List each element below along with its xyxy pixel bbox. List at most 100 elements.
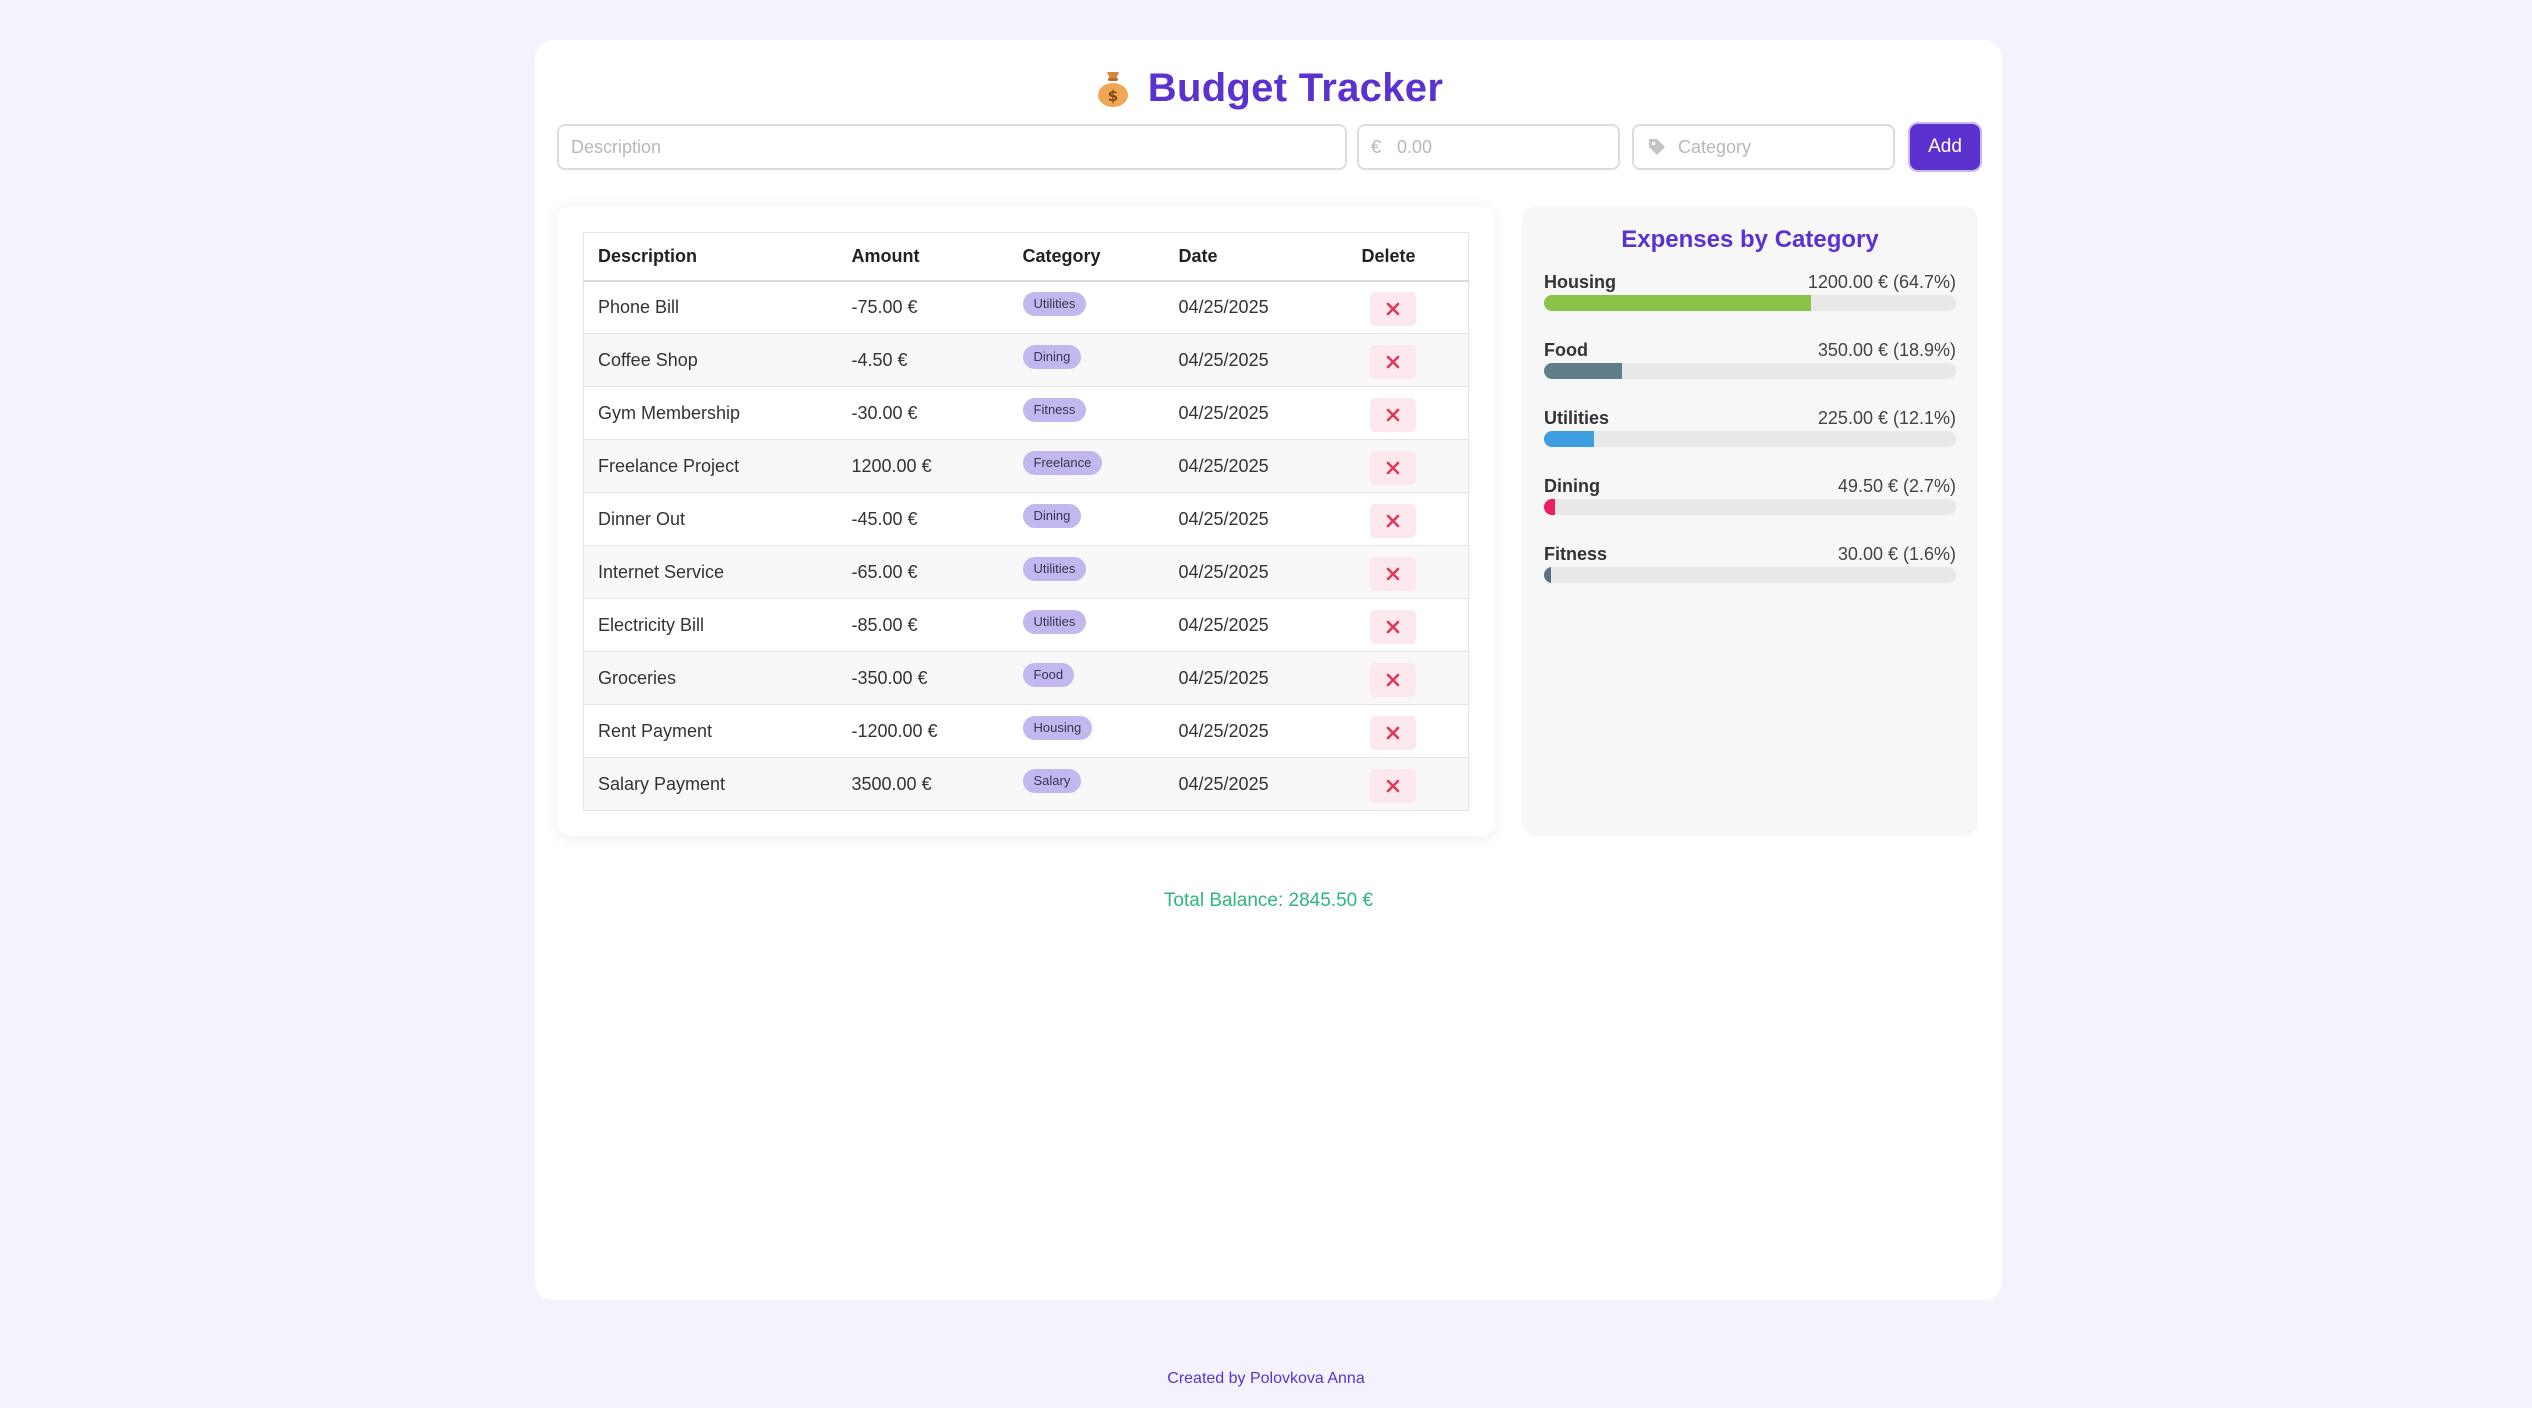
category-badge: Food [1022, 663, 1075, 687]
row-delete [1347, 333, 1469, 387]
category-progress-track [1544, 567, 1956, 583]
row-category: Dining [1008, 333, 1165, 387]
row-category: Utilities [1008, 280, 1165, 334]
row-description: Groceries [583, 651, 838, 705]
delete-button[interactable] [1369, 345, 1416, 379]
row-amount: -85.00 € [837, 598, 1009, 652]
category-value: 350.00 € (18.9%) [1817, 340, 1956, 360]
category-head: Food 350.00 € (18.9%) [1544, 340, 1956, 361]
category-progress-fill [1544, 295, 1811, 311]
row-date: 04/25/2025 [1164, 333, 1348, 387]
table-row: Salary Payment 3500.00 € Salary 04/25/2025 [583, 757, 1469, 811]
row-amount: -65.00 € [837, 545, 1009, 599]
row-category: Dining [1008, 492, 1165, 546]
category-name: Dining [1544, 476, 1600, 496]
delete-button[interactable] [1369, 504, 1416, 538]
category-badge: Utilities [1022, 610, 1087, 634]
delete-button[interactable] [1369, 716, 1416, 750]
category-item: Housing 1200.00 € (64.7%) [1544, 272, 1956, 340]
header-description: Description [583, 232, 838, 282]
category-badge: Fitness [1022, 398, 1087, 422]
row-date: 04/25/2025 [1164, 386, 1348, 440]
money-bag-icon: $ [1094, 68, 1132, 108]
category-badge: Dining [1022, 504, 1082, 528]
close-icon [1386, 620, 1399, 634]
row-delete [1347, 545, 1469, 599]
close-icon [1386, 726, 1399, 740]
category-name: Utilities [1544, 408, 1610, 428]
row-description: Internet Service [583, 545, 838, 599]
transactions-panel: Description Amount Category Date Delete … [557, 206, 1495, 836]
row-amount: -30.00 € [837, 386, 1009, 440]
header-delete: Delete [1347, 232, 1469, 282]
close-icon [1386, 408, 1399, 422]
close-icon [1386, 673, 1399, 687]
category-item: Food 350.00 € (18.9%) [1544, 340, 1956, 408]
row-delete [1347, 492, 1469, 546]
row-date: 04/25/2025 [1164, 651, 1348, 705]
table-row: Phone Bill -75.00 € Utilities 04/25/2025 [583, 280, 1469, 334]
table-row: Groceries -350.00 € Food 04/25/2025 [583, 651, 1469, 705]
category-badge: Utilities [1022, 557, 1087, 581]
category-head: Utilities 225.00 € (12.1%) [1544, 408, 1956, 429]
description-input[interactable] [571, 126, 1345, 168]
category-head: Fitness 30.00 € (1.6%) [1544, 544, 1956, 565]
table-row: Internet Service -65.00 € Utilities 04/25/2… [583, 545, 1469, 599]
row-description: Freelance Project [583, 439, 838, 493]
category-input[interactable] [1678, 126, 1893, 168]
category-progress-fill [1544, 499, 1556, 515]
row-amount: -350.00 € [837, 651, 1009, 705]
category-badge: Utilities [1022, 292, 1087, 317]
category-value: 225.00 € (12.1%) [1817, 408, 1956, 428]
description-field[interactable] [557, 124, 1347, 170]
category-field[interactable] [1632, 124, 1895, 170]
row-date: 04/25/2025 [1164, 492, 1348, 546]
add-button[interactable]: Add [1910, 124, 1980, 170]
row-amount: -4.50 € [837, 333, 1009, 387]
category-badge: Salary [1022, 769, 1082, 793]
amount-input[interactable] [1397, 126, 1618, 168]
row-description: Salary Payment [583, 757, 838, 811]
table-row: Gym Membership -30.00 € Fitness 04/25/2025 [583, 386, 1469, 440]
category-progress-track [1544, 363, 1956, 379]
row-date: 04/25/2025 [1164, 280, 1348, 334]
close-icon [1386, 355, 1399, 369]
delete-button[interactable] [1369, 610, 1416, 644]
amount-field[interactable]: € [1357, 124, 1620, 170]
table-row: Electricity Bill -85.00 € Utilities 04/25/2… [583, 598, 1469, 652]
row-amount: -75.00 € [837, 280, 1009, 334]
close-icon [1386, 514, 1399, 528]
category-head: Housing 1200.00 € (64.7%) [1544, 272, 1956, 293]
category-badge: Dining [1022, 345, 1082, 369]
row-category: Salary [1008, 757, 1165, 811]
total-balance: Total Balance: 2845.50 € [1163, 890, 1374, 911]
transactions-table: Description Amount Category Date Delete … [583, 232, 1469, 811]
category-progress-track [1544, 295, 1956, 311]
close-icon [1386, 779, 1399, 793]
row-description: Dinner Out [583, 492, 838, 546]
category-name: Housing [1544, 272, 1616, 292]
row-category: Utilities [1008, 598, 1165, 652]
category-progress-track [1544, 431, 1956, 447]
close-icon [1386, 567, 1399, 581]
delete-button[interactable] [1369, 292, 1416, 327]
page-title: Budget Tracker [1147, 65, 1444, 110]
row-delete [1347, 757, 1469, 811]
delete-button[interactable] [1369, 769, 1416, 803]
row-description: Coffee Shop [583, 333, 838, 387]
row-delete [1347, 386, 1469, 440]
row-description: Rent Payment [583, 704, 838, 758]
delete-button[interactable] [1369, 557, 1416, 591]
category-progress-fill [1544, 431, 1594, 447]
category-item: Utilities 225.00 € (12.1%) [1544, 408, 1956, 476]
delete-button[interactable] [1369, 451, 1416, 485]
table-row: Coffee Shop -4.50 € Dining 04/25/2025 [583, 333, 1469, 387]
row-delete [1347, 439, 1469, 493]
category-progress-fill [1544, 567, 1551, 583]
close-icon [1386, 302, 1399, 316]
delete-button[interactable] [1369, 663, 1416, 697]
delete-button[interactable] [1369, 398, 1416, 432]
category-item: Fitness 30.00 € (1.6%) [1544, 544, 1956, 612]
category-progress-fill [1544, 363, 1622, 379]
category-progress-track [1544, 499, 1956, 515]
